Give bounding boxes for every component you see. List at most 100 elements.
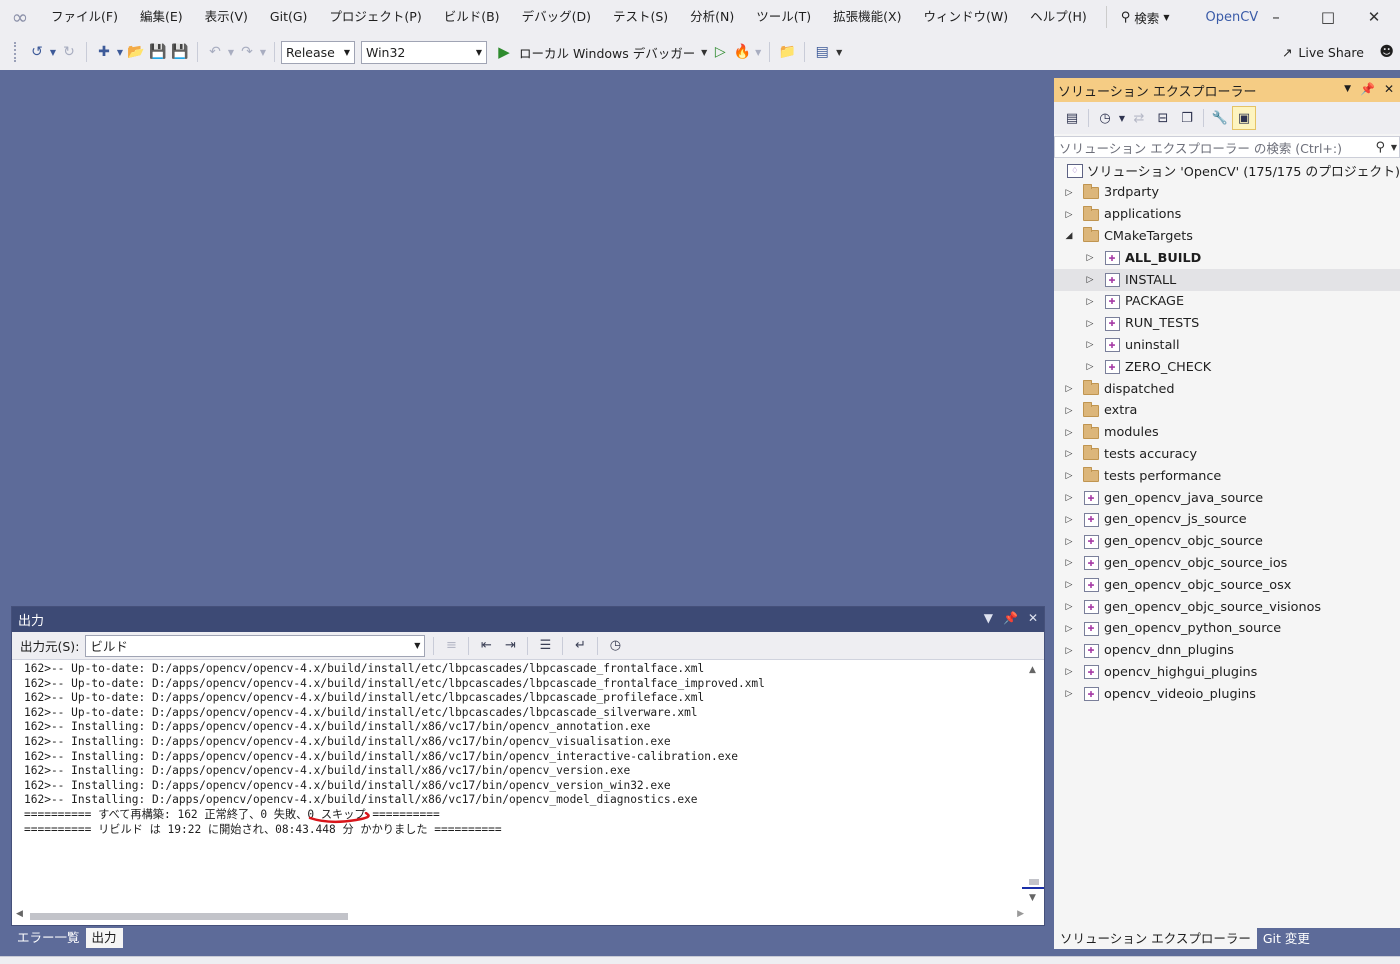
- menu-item[interactable]: デバッグ(D): [511, 0, 602, 34]
- maximize-button[interactable]: □: [1302, 0, 1354, 34]
- redo-icon[interactable]: ↷: [236, 41, 258, 63]
- collapsed-arrow-icon[interactable]: ▷: [1062, 471, 1076, 481]
- tree-item[interactable]: ▷ ✚ opencv_dnn_plugins: [1054, 640, 1400, 662]
- properties-wrench-icon[interactable]: 🔧: [1208, 106, 1232, 130]
- tree-item[interactable]: ▷ applications: [1054, 204, 1400, 226]
- pending-changes-filter-icon[interactable]: ◷: [1093, 106, 1117, 130]
- collapsed-arrow-icon[interactable]: ▷: [1062, 689, 1076, 699]
- chevron-down-icon[interactable]: ▼: [699, 41, 709, 63]
- tab-git-changes[interactable]: Git 変更: [1257, 928, 1316, 949]
- search-icon[interactable]: ⚲: [1375, 140, 1385, 155]
- search-box[interactable]: ⚲ 検索 ▼: [1105, 6, 1180, 28]
- menu-item[interactable]: Git(G): [259, 0, 319, 34]
- collapsed-arrow-icon[interactable]: ▷: [1062, 515, 1076, 525]
- close-icon[interactable]: ✕: [1384, 82, 1394, 96]
- minimize-button[interactable]: –: [1250, 0, 1302, 34]
- collapsed-arrow-icon[interactable]: ▷: [1083, 297, 1097, 307]
- tab-output[interactable]: 出力: [85, 928, 123, 948]
- chevron-down-icon[interactable]: ▼: [258, 41, 268, 63]
- collapsed-arrow-icon[interactable]: ▷: [1062, 602, 1076, 612]
- clear-all-icon[interactable]: ☰: [533, 635, 557, 657]
- chevron-down-icon[interactable]: ▼: [753, 41, 763, 63]
- back-icon[interactable]: ↺: [26, 41, 48, 63]
- word-wrap-icon[interactable]: ↵: [568, 635, 592, 657]
- collapsed-arrow-icon[interactable]: ▷: [1062, 667, 1076, 677]
- menu-item[interactable]: プロジェクト(P): [318, 0, 432, 34]
- forward-icon[interactable]: ↻: [58, 41, 80, 63]
- collapsed-arrow-icon[interactable]: ▷: [1083, 319, 1097, 329]
- clock-icon[interactable]: ◷: [603, 635, 627, 657]
- chevron-down-icon[interactable]: ▼: [1117, 106, 1127, 130]
- collapsed-arrow-icon[interactable]: ▷: [1062, 558, 1076, 568]
- tree-item[interactable]: ▷ modules: [1054, 422, 1400, 444]
- tree-item[interactable]: ▷ ✚ ZERO_CHECK: [1054, 356, 1400, 378]
- collapsed-arrow-icon[interactable]: ▷: [1062, 406, 1076, 416]
- tree-item[interactable]: ▷ tests performance: [1054, 465, 1400, 487]
- platform-select[interactable]: Win32 ▼: [361, 40, 487, 64]
- chevron-down-icon[interactable]: ▼: [48, 41, 58, 63]
- menu-item[interactable]: ヘルプ(H): [1019, 0, 1098, 34]
- output-text-area[interactable]: 162>-- Up-to-date: D:/apps/opencv/opencv…: [24, 662, 1029, 862]
- tree-item[interactable]: ▷ ✚ gen_opencv_python_source: [1054, 618, 1400, 640]
- menu-item[interactable]: ツール(T): [745, 0, 822, 34]
- live-share-button[interactable]: ↗ Live Share: [1282, 45, 1364, 60]
- tree-item[interactable]: ▷ ✚ INSTALL: [1054, 269, 1400, 291]
- toolbar-overflow-icon[interactable]: ▼: [833, 41, 845, 63]
- collapsed-arrow-icon[interactable]: ▷: [1062, 624, 1076, 634]
- tree-item[interactable]: ▷ ✚ gen_opencv_objc_source: [1054, 531, 1400, 553]
- menu-item[interactable]: 表示(V): [194, 0, 259, 34]
- window-layout-icon[interactable]: ▤: [811, 41, 833, 63]
- collapsed-arrow-icon[interactable]: ▷: [1062, 188, 1076, 198]
- feedback-icon[interactable]: ☻: [1379, 44, 1394, 60]
- tree-item[interactable]: ▷ ✚ opencv_highgui_plugins: [1054, 662, 1400, 684]
- tree-item[interactable]: ▷ ✚ gen_opencv_objc_source_ios: [1054, 553, 1400, 575]
- collapsed-arrow-icon[interactable]: ▷: [1083, 253, 1097, 263]
- window-position-icon[interactable]: ▼: [984, 611, 993, 625]
- tree-item[interactable]: ▷ ✚ PACKAGE: [1054, 291, 1400, 313]
- start-debugging-icon[interactable]: ▶: [493, 41, 515, 63]
- tree-item[interactable]: ▷ tests accuracy: [1054, 444, 1400, 466]
- collapsed-arrow-icon[interactable]: ▷: [1062, 646, 1076, 656]
- scroll-down-icon[interactable]: ▼: [1029, 893, 1036, 903]
- tree-item[interactable]: ▷ ✚ gen_opencv_objc_source_osx: [1054, 574, 1400, 596]
- collapse-all-icon[interactable]: ⊟: [1151, 106, 1175, 130]
- collapsed-arrow-icon[interactable]: ▷: [1062, 449, 1076, 459]
- tab-solution-explorer[interactable]: ソリューション エクスプローラー: [1054, 928, 1257, 949]
- pin-icon[interactable]: 📌: [1360, 82, 1375, 96]
- close-icon[interactable]: ✕: [1028, 611, 1038, 625]
- previous-message-icon[interactable]: ⇤: [474, 635, 498, 657]
- expanded-arrow-icon[interactable]: ◢: [1062, 231, 1076, 241]
- tree-item[interactable]: ▷ ✚ gen_opencv_js_source: [1054, 509, 1400, 531]
- horizontal-scroll-thumb[interactable]: [30, 913, 348, 920]
- pin-icon[interactable]: 📌: [1003, 611, 1018, 625]
- menu-item[interactable]: ウィンドウ(W): [912, 0, 1019, 34]
- collapsed-arrow-icon[interactable]: ▷: [1083, 362, 1097, 372]
- tree-item[interactable]: ◢ CMakeTargets: [1054, 226, 1400, 248]
- collapsed-arrow-icon[interactable]: ▷: [1062, 210, 1076, 220]
- tree-item[interactable]: ▷ ✚ ALL_BUILD: [1054, 247, 1400, 269]
- menu-item[interactable]: ビルド(B): [433, 0, 511, 34]
- menu-item[interactable]: テスト(S): [602, 0, 679, 34]
- scroll-thumb[interactable]: [1029, 879, 1039, 885]
- output-source-select[interactable]: ビルド ▼: [85, 634, 426, 657]
- hot-reload-icon[interactable]: 🔥: [731, 41, 753, 63]
- solution-root-node[interactable]: ♢ ソリューション 'OpenCV' (175/175 のプロジェクト): [1054, 160, 1400, 182]
- tree-item[interactable]: ▷ ✚ uninstall: [1054, 335, 1400, 357]
- window-position-icon[interactable]: ▼: [1344, 84, 1351, 96]
- save-all-icon[interactable]: 💾: [169, 41, 191, 63]
- tab-error-list[interactable]: エラー一覧: [11, 928, 86, 948]
- toolbar-grip[interactable]: [14, 42, 18, 62]
- switch-views-icon[interactable]: ▤: [1060, 106, 1084, 130]
- next-message-icon[interactable]: ⇥: [498, 635, 522, 657]
- tree-item[interactable]: ▷ ✚ RUN_TESTS: [1054, 313, 1400, 335]
- menu-item[interactable]: 分析(N): [679, 0, 745, 34]
- collapsed-arrow-icon[interactable]: ▷: [1083, 275, 1097, 285]
- tree-item[interactable]: ▷ ✚ gen_opencv_java_source: [1054, 487, 1400, 509]
- menu-item[interactable]: 拡張機能(X): [822, 0, 912, 34]
- close-button[interactable]: ✕: [1348, 0, 1400, 34]
- collapsed-arrow-icon[interactable]: ▷: [1062, 493, 1076, 503]
- collapsed-arrow-icon[interactable]: ▷: [1062, 384, 1076, 394]
- new-project-icon[interactable]: ✚: [93, 41, 115, 63]
- tree-item[interactable]: ▷ extra: [1054, 400, 1400, 422]
- start-without-debugging-icon[interactable]: ▷: [709, 41, 731, 63]
